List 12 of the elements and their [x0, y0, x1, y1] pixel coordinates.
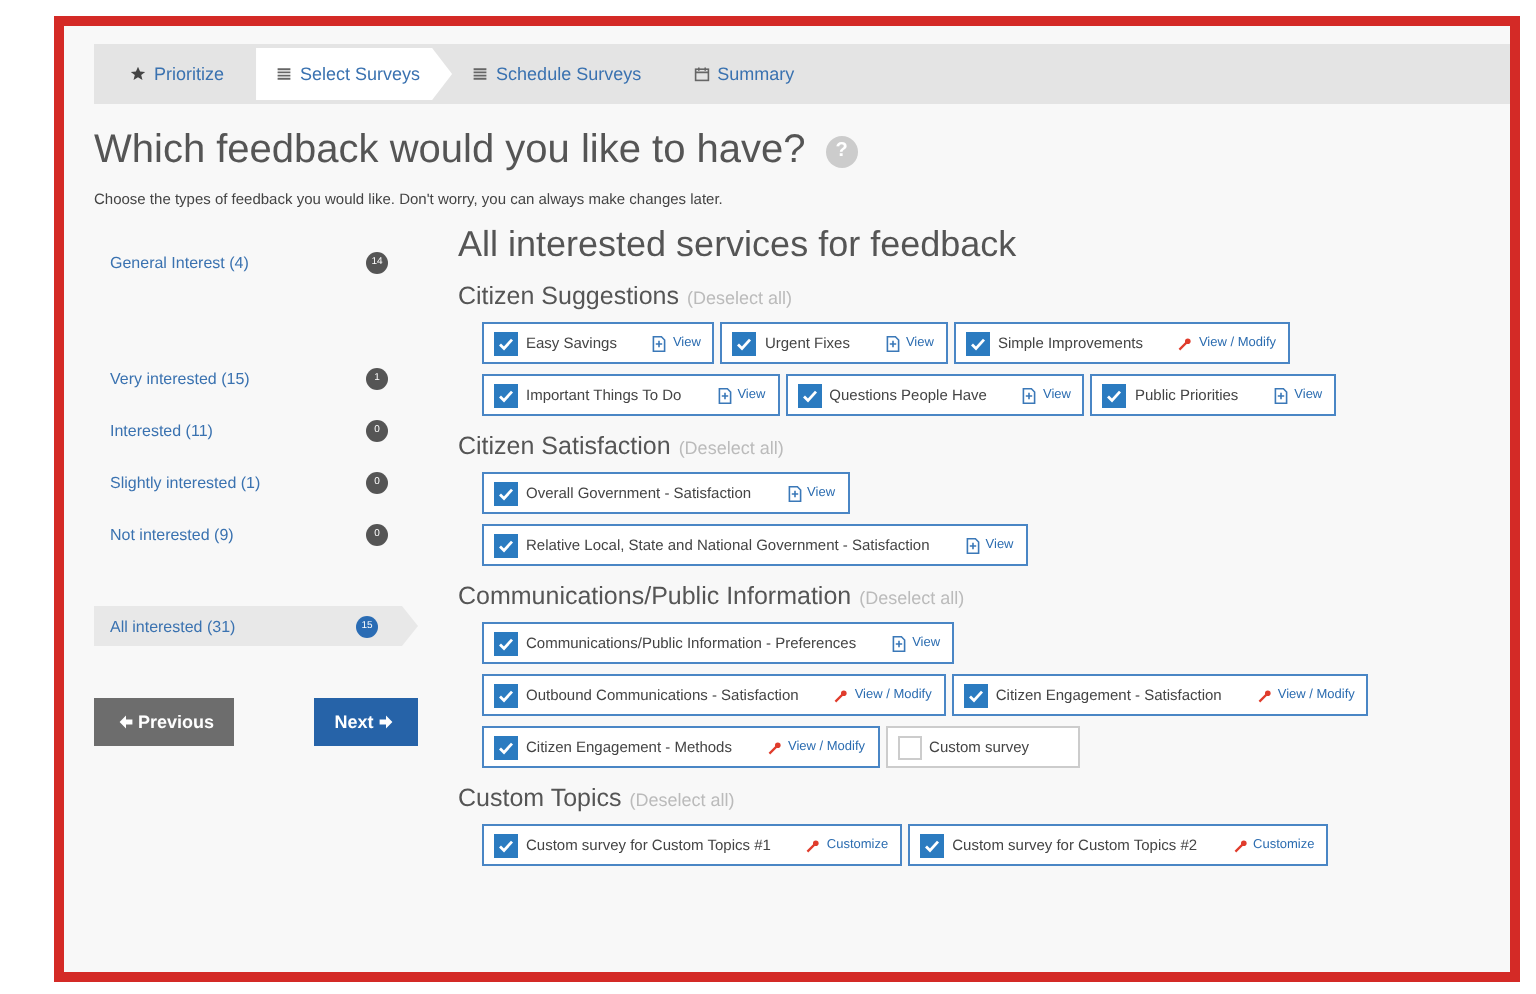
step-tab[interactable]: Select Surveys — [256, 48, 453, 100]
step-tab[interactable]: Schedule Surveys — [452, 48, 674, 100]
section-heading: All interested services for feedback — [458, 224, 1019, 266]
page-title: Which feedback would you like to have? — [94, 128, 806, 174]
group-title: Communications/Public Information — [458, 582, 852, 610]
group-title: Citizen Suggestions — [458, 282, 679, 310]
previous-button[interactable]: Previous — [94, 698, 234, 746]
group-title: Citizen Satisfaction — [458, 432, 671, 460]
step-tab[interactable]: Prioritize — [110, 48, 257, 100]
step-tab[interactable]: Summary — [673, 48, 827, 100]
next-button[interactable]: Next — [314, 698, 418, 746]
group-title: Custom Topics — [458, 784, 622, 812]
